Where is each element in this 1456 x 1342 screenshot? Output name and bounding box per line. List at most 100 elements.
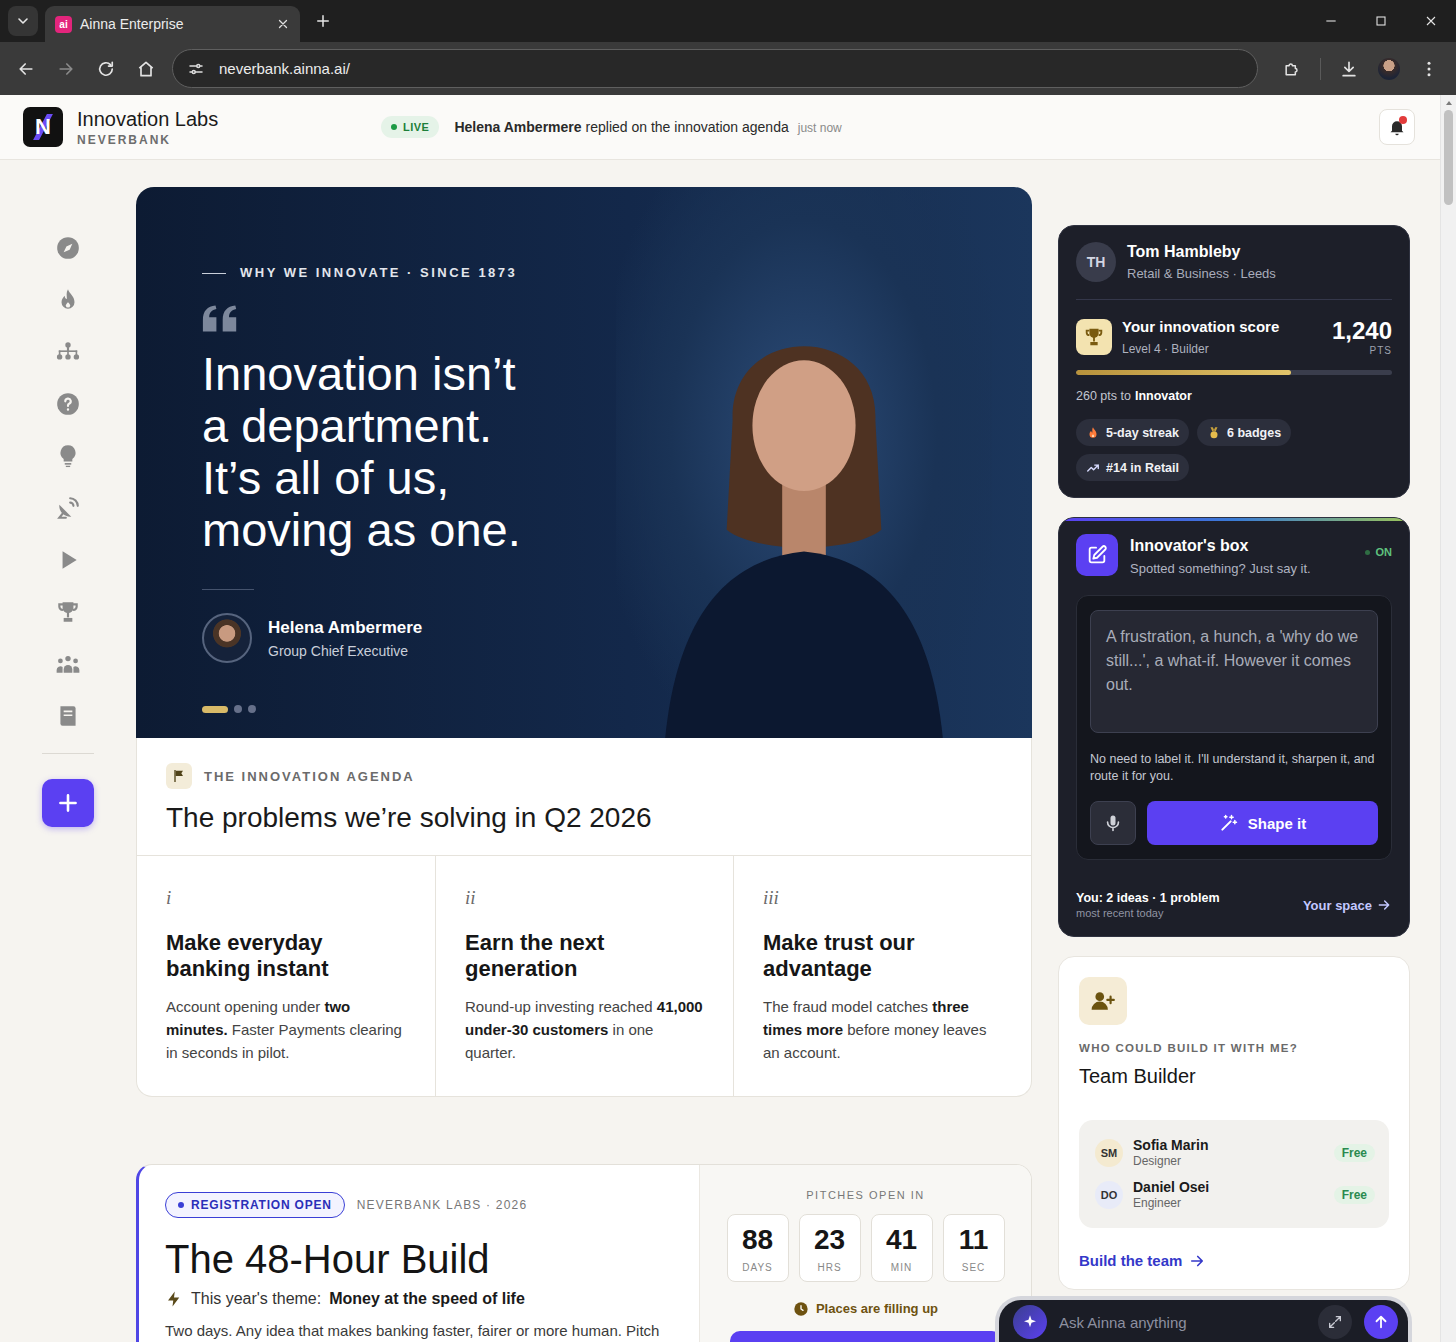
agenda-item[interactable]: iiEarn the nextgenerationRound-up invest… bbox=[435, 856, 733, 1096]
sidebar-item[interactable] bbox=[46, 378, 90, 430]
team-builder-card: WHO COULD BUILD IT WITH ME?Team BuilderS… bbox=[1058, 956, 1410, 1290]
more-vertical-icon bbox=[1419, 59, 1439, 79]
stat-chip[interactable]: #14 in Retail bbox=[1076, 454, 1189, 481]
home-button[interactable] bbox=[128, 51, 164, 87]
notifications-button[interactable] bbox=[1379, 109, 1415, 145]
innovation-agenda: THE INNOVATION AGENDAThe problems we’re … bbox=[136, 738, 1032, 1097]
lightning-icon bbox=[165, 1290, 183, 1308]
agenda-item[interactable]: iiiMake trust ouradvantageThe fraud mode… bbox=[733, 856, 1031, 1096]
author-photo bbox=[202, 613, 252, 663]
sidebar-item[interactable] bbox=[46, 326, 90, 378]
main-column: WHY WE INNOVATE · SINCE 1873Innovation i… bbox=[136, 160, 1032, 1342]
user-name: Tom Hambleby bbox=[1127, 242, 1276, 262]
page-viewport: NInnovation LabsNEVERBANKLIVE Helena Ambe… bbox=[0, 95, 1440, 1342]
availability-note: Places are filling up bbox=[793, 1300, 938, 1318]
availability-badge: Free bbox=[1334, 1186, 1375, 1204]
page: NInnovation LabsNEVERBANKLIVE Helena Ambe… bbox=[0, 95, 1456, 1342]
flame-icon bbox=[1086, 426, 1100, 440]
new-tab-button[interactable] bbox=[308, 6, 338, 36]
profile-button[interactable] bbox=[1371, 51, 1407, 87]
availability-badge: Free bbox=[1334, 1144, 1375, 1162]
profile-avatar bbox=[1378, 58, 1400, 80]
toolbar-divider bbox=[1320, 58, 1321, 80]
send-button[interactable] bbox=[1364, 1305, 1398, 1339]
medal-icon bbox=[1207, 426, 1221, 440]
carousel-dot[interactable] bbox=[248, 705, 256, 713]
sidebar-item[interactable] bbox=[46, 222, 90, 274]
hero-quote: Innovation isn’ta department.It’s all of… bbox=[202, 348, 616, 556]
stat-chip[interactable]: 6 badges bbox=[1197, 419, 1291, 446]
reload-button[interactable] bbox=[88, 51, 124, 87]
register-button[interactable] bbox=[730, 1331, 1002, 1342]
sidebar-item[interactable] bbox=[46, 638, 90, 690]
tab-bar: aiAinna Enterprise bbox=[0, 0, 1456, 42]
hackathon-card: REGISTRATION OPENNEVERBANK LABS · 2026Th… bbox=[136, 1164, 1032, 1342]
countdown-label: PITCHES OPEN IN bbox=[806, 1188, 924, 1202]
puzzle-icon bbox=[1282, 59, 1302, 79]
sidebar-item[interactable] bbox=[46, 274, 90, 326]
team-eyebrow: WHO COULD BUILD IT WITH ME? bbox=[1079, 1041, 1389, 1055]
member-row[interactable]: SMSofia MarinDesignerFree bbox=[1095, 1132, 1375, 1174]
back-button[interactable] bbox=[8, 51, 44, 87]
stat-chip[interactable]: 5-day streak bbox=[1076, 419, 1189, 446]
expand-button[interactable] bbox=[1318, 1305, 1352, 1339]
activity-ticker[interactable]: Helena Ambermerereplied on the innovatio… bbox=[454, 119, 841, 135]
sidebar-item-icon bbox=[55, 651, 81, 677]
menu-button[interactable] bbox=[1411, 51, 1447, 87]
minimize-button[interactable] bbox=[1306, 0, 1356, 42]
status-indicator: ON bbox=[1365, 546, 1393, 558]
clock-icon bbox=[793, 1301, 809, 1317]
hero-photo bbox=[616, 187, 992, 738]
event-org: NEVERBANK LABS · 2026 bbox=[357, 1198, 528, 1212]
carousel-dots bbox=[202, 705, 616, 713]
brand[interactable]: NInnovation LabsNEVERBANK bbox=[23, 107, 381, 148]
sidebar-item-icon bbox=[55, 547, 81, 573]
sidebar-item[interactable] bbox=[46, 690, 90, 742]
arrow-right-icon bbox=[1188, 1252, 1206, 1270]
sidebar-item[interactable] bbox=[46, 534, 90, 586]
member-list: SMSofia MarinDesignerFreeDODaniel OseiEn… bbox=[1079, 1120, 1389, 1228]
sidebar-item[interactable] bbox=[46, 430, 90, 482]
scroll-up-icon[interactable] bbox=[1444, 98, 1454, 108]
browser-tab[interactable]: aiAinna Enterprise bbox=[45, 6, 300, 42]
user-avatar: TH bbox=[1076, 242, 1116, 282]
app-subtitle: NEVERBANK bbox=[77, 133, 218, 148]
voice-button[interactable] bbox=[1090, 801, 1136, 845]
member-row[interactable]: DODaniel OseiEngineerFree bbox=[1095, 1174, 1375, 1216]
assistant-input[interactable]: Ask Ainna anything bbox=[1059, 1314, 1306, 1331]
carousel-dot[interactable] bbox=[202, 706, 228, 713]
plus-icon bbox=[314, 12, 332, 30]
sidebar-item-icon bbox=[55, 599, 81, 625]
maximize-button[interactable] bbox=[1356, 0, 1406, 42]
create-button[interactable] bbox=[42, 779, 94, 827]
scrollbar-thumb[interactable] bbox=[1444, 110, 1453, 205]
reload-icon bbox=[96, 59, 116, 79]
event-theme: This year's theme:Money at the speed of … bbox=[165, 1288, 685, 1310]
sidebar-item[interactable] bbox=[46, 482, 90, 534]
input-hint: No need to label it. I'll understand it,… bbox=[1090, 751, 1378, 785]
back-arrow-icon bbox=[16, 59, 36, 79]
site-info-icon[interactable] bbox=[187, 60, 205, 78]
tab-list-button[interactable] bbox=[8, 6, 38, 36]
close-window-button[interactable] bbox=[1406, 0, 1456, 42]
send-arrow-icon bbox=[1372, 1313, 1390, 1331]
sidebar-item[interactable] bbox=[46, 586, 90, 638]
shape-it-button[interactable]: Shape it bbox=[1147, 801, 1378, 845]
downloads-button[interactable] bbox=[1331, 51, 1367, 87]
agenda-item[interactable]: iMake everydaybanking instantAccount ope… bbox=[137, 856, 435, 1096]
live-badge: LIVE bbox=[381, 116, 439, 138]
scrollbar[interactable] bbox=[1440, 95, 1456, 1342]
score-progress bbox=[1076, 370, 1392, 375]
your-space-link[interactable]: Your space bbox=[1303, 897, 1392, 913]
carousel-dot[interactable] bbox=[234, 705, 242, 713]
forward-button[interactable] bbox=[48, 51, 84, 87]
extensions-button[interactable] bbox=[1274, 51, 1310, 87]
sidebar-item-icon bbox=[55, 339, 81, 365]
idea-input[interactable]: A frustration, a hunch, a 'why do we sti… bbox=[1090, 610, 1378, 733]
maximize-icon bbox=[1373, 13, 1389, 29]
quote-author: Helena AmbermereGroup Chief Executive bbox=[202, 613, 616, 663]
build-team-link[interactable]: Build the team bbox=[1079, 1252, 1206, 1270]
close-tab-icon[interactable] bbox=[276, 17, 290, 31]
address-bar[interactable]: neverbank.ainna.ai/ bbox=[172, 49, 1258, 88]
flag-icon bbox=[171, 768, 187, 784]
